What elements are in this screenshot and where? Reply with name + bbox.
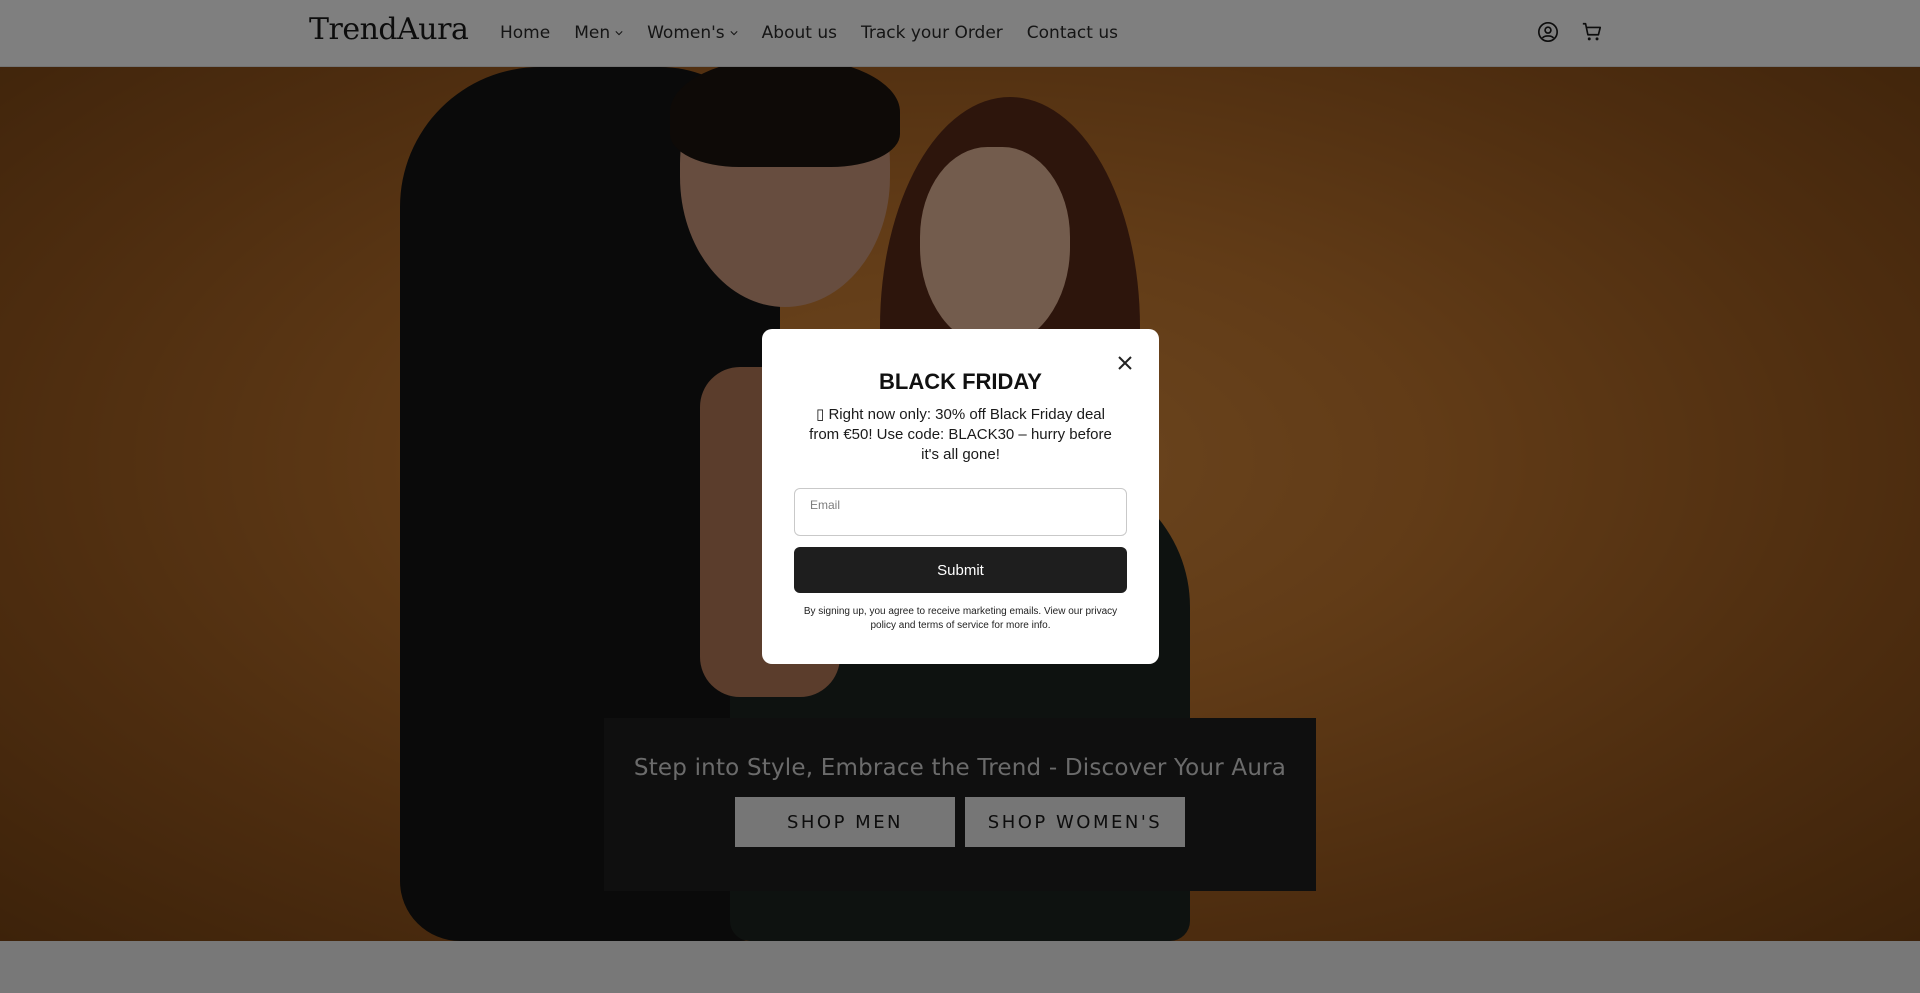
newsletter-popup: BLACK FRIDAY ▯ Right now only: 30% off B… — [762, 329, 1159, 664]
close-icon[interactable] — [1117, 355, 1133, 371]
email-field[interactable] — [795, 489, 1126, 535]
popup-disclaimer: By signing up, you agree to receive mark… — [803, 606, 1118, 631]
email-field-wrapper: Email — [794, 488, 1127, 536]
submit-button[interactable]: Submit — [794, 547, 1127, 593]
popup-title: BLACK FRIDAY — [879, 369, 1042, 394]
popup-message: ▯ Right now only: 30% off Black Friday d… — [809, 406, 1112, 463]
